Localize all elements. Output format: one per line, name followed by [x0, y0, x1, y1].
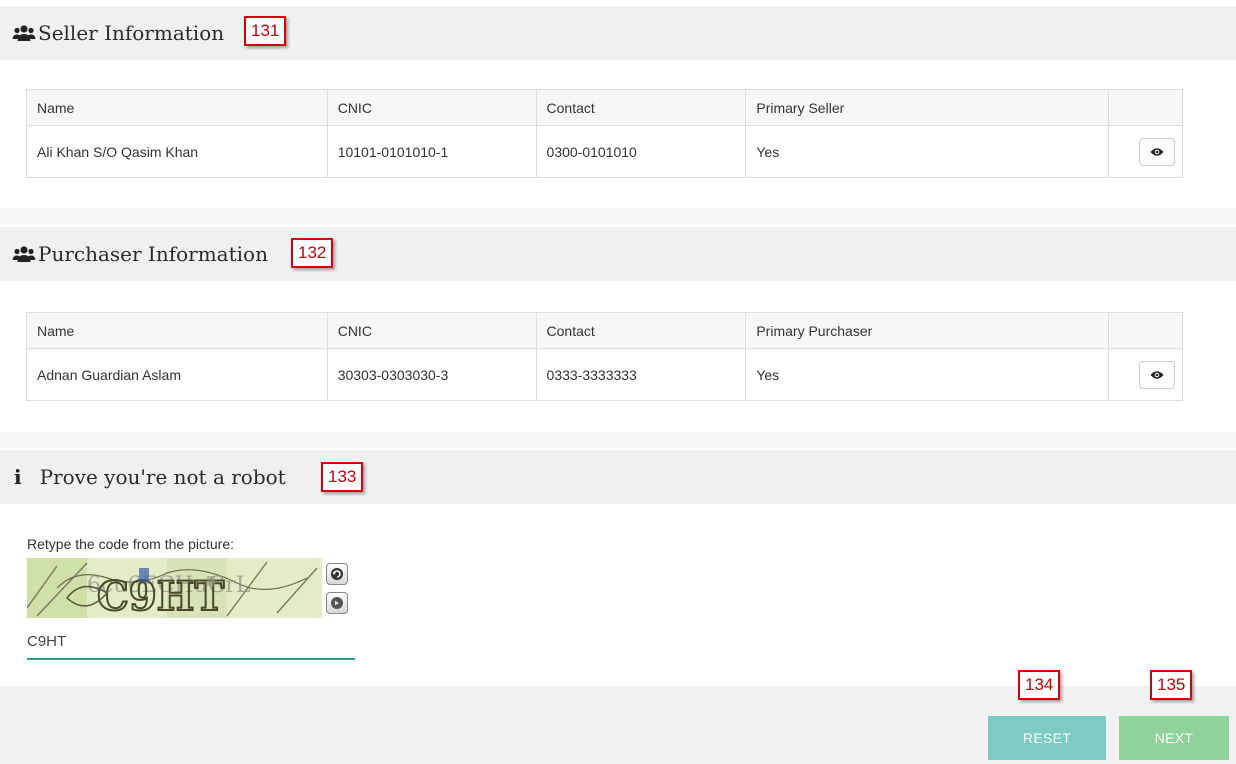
- seller-section-header: Seller Information: [0, 6, 1236, 60]
- view-seller-button[interactable]: [1138, 137, 1175, 166]
- seller-table: Name CNIC Contact Primary Seller Ali Kha…: [26, 89, 1184, 178]
- table-row: Ali Khan S/O Qasim Khan 10101-0101010-1 …: [26, 125, 1184, 178]
- seller-section-title-wrap: Seller Information: [0, 21, 224, 45]
- col-header-primary: Primary Purchaser: [745, 312, 1109, 349]
- purchaser-cnic: 30303-0303030-3: [326, 348, 537, 401]
- robot-section-header: i Prove you're not a robot: [0, 450, 1236, 504]
- eye-icon: [1150, 370, 1164, 379]
- purchaser-contact: 0333-3333333: [535, 348, 747, 401]
- purchaser-section-title: Purchaser Information: [38, 242, 268, 266]
- annotation-tag-134: 134: [1018, 670, 1061, 700]
- col-header-primary: Primary Seller: [745, 89, 1109, 126]
- col-header-cnic: CNIC: [326, 89, 537, 126]
- col-header-contact: Contact: [535, 89, 747, 126]
- captcha-label: Retype the code from the picture:: [27, 536, 234, 552]
- users-icon: [12, 25, 36, 41]
- users-icon: [12, 246, 36, 262]
- section-divider: [0, 208, 1236, 224]
- annotation-tag-131: 131: [244, 16, 287, 46]
- seller-primary: Yes: [745, 125, 1109, 178]
- captcha-image: 6cu6ECHuGrL C9HT: [27, 558, 322, 618]
- captcha-text: C9HT: [97, 573, 224, 618]
- view-purchaser-button[interactable]: [1138, 360, 1175, 389]
- table-header-row: Name CNIC Contact Primary Purchaser: [26, 312, 1184, 349]
- annotation-tag-132: 132: [291, 238, 334, 268]
- purchaser-action-cell: [1107, 348, 1184, 401]
- seller-section-title: Seller Information: [38, 21, 225, 45]
- robot-section-title-wrap: i Prove you're not a robot: [0, 465, 286, 489]
- seller-action-cell: [1107, 125, 1184, 178]
- col-header-name: Name: [26, 312, 328, 349]
- col-header-cnic: CNIC: [326, 312, 537, 349]
- info-icon: i: [14, 465, 22, 489]
- seller-cnic: 10101-0101010-1: [326, 125, 537, 178]
- purchaser-primary: Yes: [745, 348, 1109, 401]
- annotation-tag-133: 133: [321, 462, 364, 492]
- eye-icon: [1150, 147, 1164, 156]
- col-header-contact: Contact: [535, 312, 747, 349]
- col-header-action: [1107, 312, 1184, 349]
- col-header-action: [1107, 89, 1184, 126]
- section-divider: [0, 432, 1236, 448]
- col-header-name: Name: [26, 89, 328, 126]
- next-button[interactable]: NEXT: [1119, 716, 1229, 760]
- table-header-row: Name CNIC Contact Primary Seller: [26, 89, 1184, 126]
- purchaser-section-title-wrap: Purchaser Information: [0, 242, 268, 266]
- reset-button[interactable]: RESET: [988, 716, 1106, 760]
- captcha-audio-button[interactable]: [326, 592, 348, 614]
- purchaser-section-header: Purchaser Information: [0, 227, 1236, 281]
- seller-name: Ali Khan S/O Qasim Khan: [26, 125, 328, 178]
- captcha-input[interactable]: [27, 624, 355, 660]
- purchaser-table: Name CNIC Contact Primary Purchaser Adna…: [26, 312, 1184, 401]
- purchaser-name: Adnan Guardian Aslam: [26, 348, 328, 401]
- robot-section-title: Prove you're not a robot: [39, 465, 286, 489]
- seller-contact: 0300-0101010: [535, 125, 747, 178]
- refresh-icon: [331, 568, 343, 580]
- audio-icon: [331, 597, 343, 609]
- captcha-refresh-button[interactable]: [326, 563, 348, 585]
- table-row: Adnan Guardian Aslam 30303-0303030-3 033…: [26, 348, 1184, 401]
- annotation-tag-135: 135: [1150, 670, 1193, 700]
